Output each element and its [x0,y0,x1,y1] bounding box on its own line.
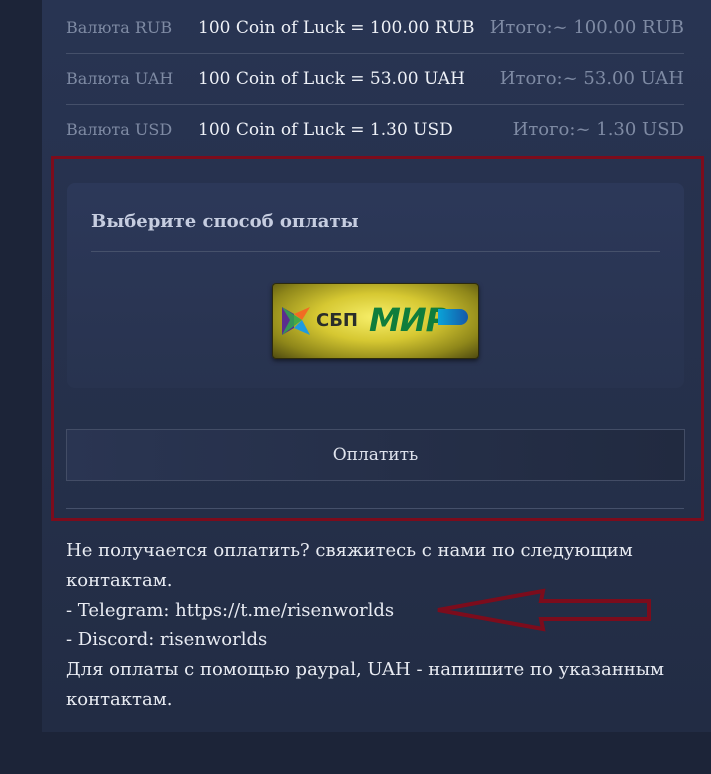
mir-label: МИР [369,301,449,339]
arrow-left-icon [437,588,651,632]
sbp-mir-payment-option[interactable]: СБП МИР [272,283,479,359]
total-text: Итого:~ 1.30 USD [512,119,684,140]
divider [66,508,684,509]
payment-method-title: Выберите способ оплаты [91,211,359,232]
total-text: Итого:~ 53.00 UAH [499,68,684,89]
contact-line: Не получается оплатить? свяжитесь с нами… [66,540,633,561]
rate-row-rub: Валюта RUB 100 Coin of Luck = 100.00 RUB… [66,2,684,54]
conversion-text: 100 Coin of Luck = 100.00 RUB [198,17,475,38]
sbp-logo-icon [282,307,310,335]
conversion-text: 100 Coin of Luck = 53.00 UAH [198,68,465,89]
contact-line: контактам. [66,688,173,710]
pay-button[interactable]: Оплатить [66,429,685,481]
sbp-label: СБП [316,310,358,331]
divider [91,251,660,252]
currency-label: Валюта RUB [66,18,173,37]
conversion-text: 100 Coin of Luck = 1.30 USD [198,119,453,140]
mir-logo-icon [438,309,468,325]
contact-line: Для оплаты с помощью paypal, UAH - напиш… [66,659,665,681]
currency-label: Валюта UAH [66,69,174,88]
rate-row-usd: Валюта USD 100 Coin of Luck = 1.30 USD И… [66,104,684,155]
total-text: Итого:~ 100.00 RUB [489,17,684,38]
currency-label: Валюта USD [66,120,173,139]
rate-row-uah: Валюта UAH 100 Coin of Luck = 53.00 UAH … [66,53,684,105]
